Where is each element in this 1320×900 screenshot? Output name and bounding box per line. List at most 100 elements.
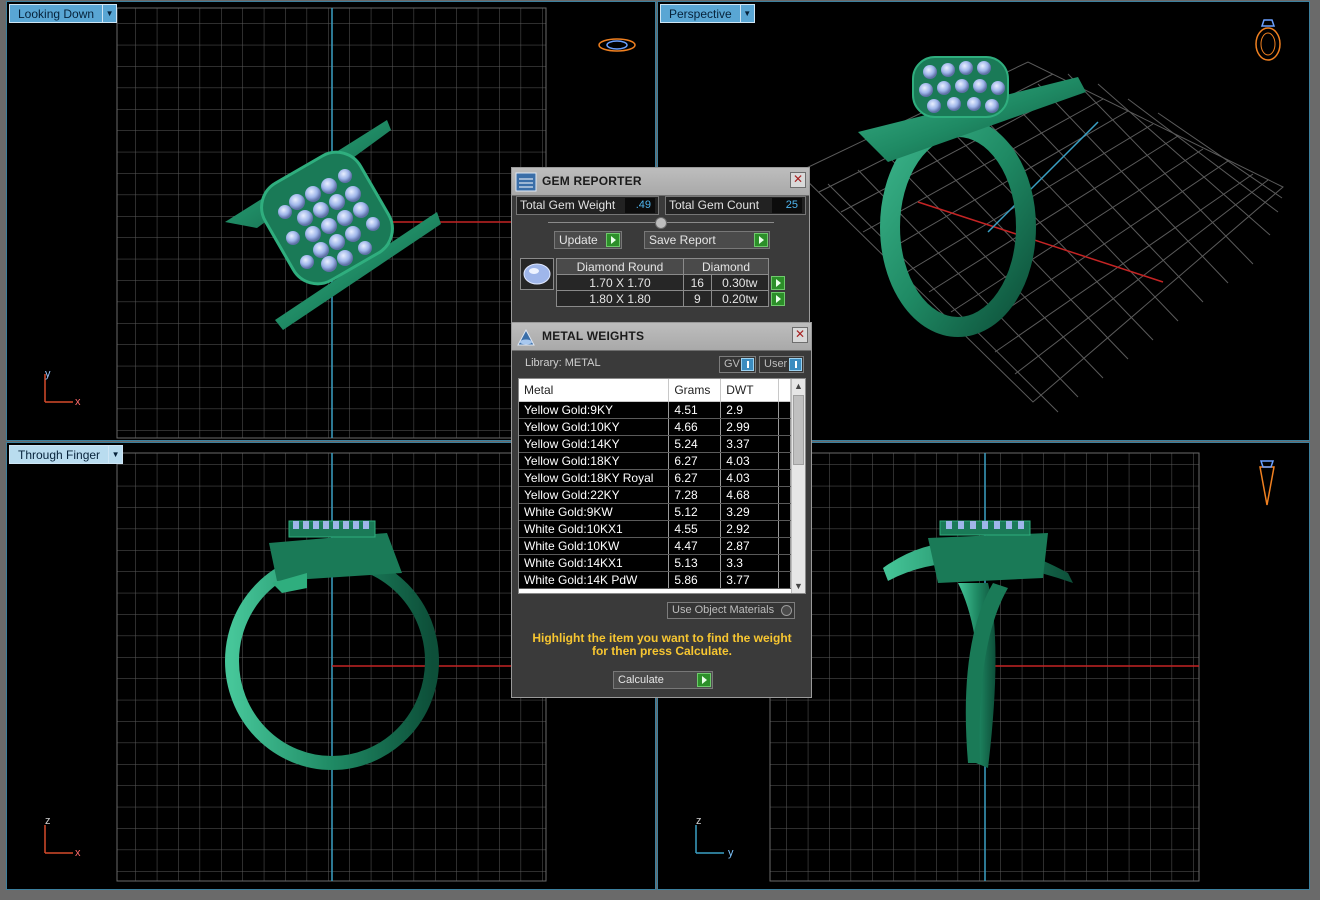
metal-dwt: 2.99 [720, 418, 779, 436]
gv-toggle[interactable]: GV [719, 356, 756, 373]
viewport-title[interactable]: Looking Down [9, 4, 104, 23]
table-row[interactable]: Yellow Gold:18KY 6.27 4.03 [519, 452, 792, 470]
gem-size: 1.70 X 1.70 [556, 274, 684, 291]
collapse-handle[interactable] [655, 217, 667, 229]
gem-reporter-titlebar[interactable]: GEM REPORTER ✕ [512, 168, 809, 196]
scroll-up-icon[interactable]: ▲ [792, 379, 805, 393]
metal-dwt: 3.77 [720, 571, 779, 589]
table-row[interactable]: White Gold:14KX1 5.13 3.3 [519, 554, 792, 572]
viewport-label-looking-down[interactable]: Looking Down ▼ [9, 4, 118, 23]
gem-row[interactable]: 1.80 X 1.80 9 0.20tw [556, 290, 786, 307]
chevron-down-icon[interactable]: ▼ [740, 4, 755, 23]
metal-dwt: 3.29 [720, 503, 779, 521]
update-button-label: Update [559, 233, 598, 247]
user-toggle[interactable]: User [759, 356, 804, 373]
axis-label-vertical: y [45, 368, 51, 380]
close-button[interactable]: ✕ [792, 327, 808, 343]
gem-count: 16 [683, 274, 712, 291]
axis-label-horizontal: x [75, 847, 81, 859]
use-object-materials-toggle[interactable]: Use Object Materials [667, 602, 795, 619]
metal-grams: 5.86 [668, 571, 722, 589]
library-label: Library: METAL [525, 357, 601, 369]
metal-name: Yellow Gold:9KY [519, 401, 670, 419]
viewport-title[interactable]: Perspective [660, 4, 741, 23]
metal-name: White Gold:14K PdW [519, 571, 670, 589]
table-row[interactable]: Yellow Gold:22KY 7.28 4.68 [519, 486, 792, 504]
grams-column-header[interactable]: Grams [668, 379, 722, 402]
dwt-column-header[interactable]: DWT [720, 379, 779, 402]
play-arrow-icon [697, 673, 711, 687]
gem-reporter-panel: GEM REPORTER ✕ Total Gem Weight .49 Tota… [511, 167, 810, 323]
table-row[interactable]: Yellow Gold:9KY 4.51 2.9 [519, 401, 792, 419]
chevron-down-icon[interactable]: ▼ [109, 445, 124, 464]
metal-name: White Gold:9KW [519, 503, 670, 521]
metal-name: Yellow Gold:14KY [519, 435, 670, 453]
total-gem-weight-value: .49 [625, 198, 655, 213]
viewport-label-perspective[interactable]: Perspective ▼ [660, 4, 755, 23]
metal-list[interactable]: Metal Grams DWT Yellow Gold:9KY 4.51 2.9 Y… [518, 378, 806, 594]
metal-list-scrollbar[interactable]: ▲ ▼ [791, 379, 805, 593]
gem-table: Diamond Round Diamond 1.70 X 1.70 16 0.3… [556, 258, 786, 307]
close-button[interactable]: ✕ [790, 172, 806, 188]
table-row[interactable]: White Gold:14K PdW 5.86 3.77 [519, 571, 792, 589]
update-button[interactable]: Update [554, 231, 622, 249]
metal-name: Yellow Gold:10KY [519, 418, 670, 436]
metal-grams: 4.55 [668, 520, 722, 538]
table-row[interactable]: Yellow Gold:18KY Royal 6.27 4.03 [519, 469, 792, 487]
metal-grams: 5.24 [668, 435, 722, 453]
table-row[interactable]: White Gold:10KX1 4.55 2.92 [519, 520, 792, 538]
metal-grams: 5.12 [668, 503, 722, 521]
gem-row[interactable]: 1.70 X 1.70 16 0.30tw [556, 274, 786, 291]
metal-dwt: 2.87 [720, 537, 779, 555]
table-row[interactable]: Yellow Gold:10KY 4.66 2.99 [519, 418, 792, 436]
total-gem-weight-label: Total Gem Weight [520, 198, 616, 212]
save-report-button[interactable]: Save Report [644, 231, 770, 249]
ring-perspective-nav-icon[interactable] [1250, 16, 1286, 64]
metal-dwt: 3.37 [720, 435, 779, 453]
chevron-down-icon[interactable]: ▼ [103, 4, 118, 23]
metal-grams: 7.28 [668, 486, 722, 504]
metal-grams: 4.51 [668, 401, 722, 419]
gem-count: 9 [683, 290, 712, 307]
metal-dwt: 2.92 [720, 520, 779, 538]
total-gem-count-field: Total Gem Count 25 [665, 196, 806, 215]
gem-type-header: Diamond [683, 258, 769, 275]
ring-top-nav-icon[interactable] [595, 34, 639, 56]
metal-dwt: 4.03 [720, 469, 779, 487]
gem-row-go-button[interactable] [771, 291, 785, 306]
play-arrow-icon [754, 233, 768, 247]
metal-column-header[interactable]: Metal [519, 379, 670, 402]
toggle-icon [789, 358, 802, 371]
gem-row-go-button[interactable] [771, 275, 785, 290]
metal-name: Yellow Gold:18KY [519, 452, 670, 470]
metal-dwt: 2.9 [720, 401, 779, 419]
metal-dwt: 4.68 [720, 486, 779, 504]
round-diamond-icon [523, 263, 551, 285]
metal-name: Yellow Gold:18KY Royal [519, 469, 670, 487]
gv-label: GV [724, 358, 740, 370]
table-row[interactable]: White Gold:9KW 5.12 3.29 [519, 503, 792, 521]
table-row[interactable]: White Gold:10KW 4.47 2.87 [519, 537, 792, 555]
metal-dwt: 4.03 [720, 452, 779, 470]
use-object-materials-label: Use Object Materials [672, 604, 775, 616]
total-gem-count-label: Total Gem Count [669, 198, 760, 212]
metal-grams: 6.27 [668, 452, 722, 470]
calculate-button[interactable]: Calculate [613, 671, 713, 689]
viewport-title[interactable]: Through Finger [9, 445, 110, 464]
metal-table: Metal Grams DWT Yellow Gold:9KY 4.51 2.9 Y… [519, 379, 792, 589]
metal-dwt: 3.3 [720, 554, 779, 572]
viewport-label-through-finger[interactable]: Through Finger ▼ [9, 445, 124, 464]
dialog-title: METAL WEIGHTS [542, 329, 645, 343]
toggle-icon [741, 358, 754, 371]
report-icon [515, 172, 537, 192]
scroll-thumb[interactable] [793, 395, 804, 465]
scale-icon [517, 328, 535, 346]
table-row[interactable]: Yellow Gold:14KY 5.24 3.37 [519, 435, 792, 453]
metal-weights-titlebar[interactable]: METAL WEIGHTS ✕ [512, 323, 811, 351]
metal-name: Yellow Gold:22KY [519, 486, 670, 504]
ring-side-nav-icon[interactable] [1256, 457, 1278, 507]
save-report-label: Save Report [649, 233, 716, 247]
metal-grams: 6.27 [668, 469, 722, 487]
metal-grams: 4.66 [668, 418, 722, 436]
scroll-down-icon[interactable]: ▼ [792, 579, 805, 593]
